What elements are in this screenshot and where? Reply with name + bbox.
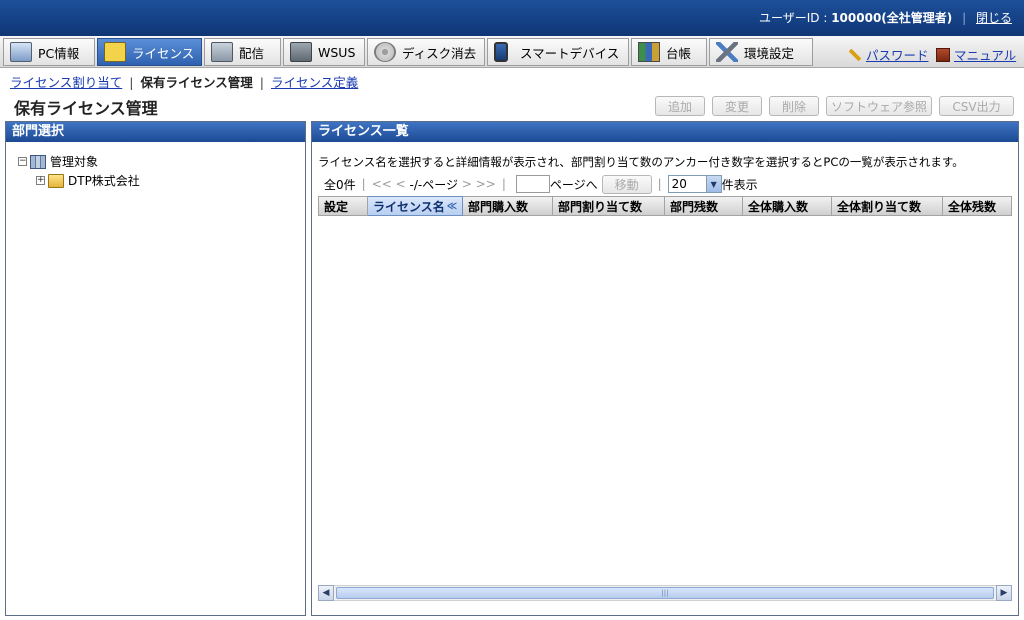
- delete-button[interactable]: 削除: [769, 96, 819, 116]
- expand-toggle-icon[interactable]: +: [36, 176, 45, 185]
- column-header-license-name[interactable]: ライセンス名 ≪: [368, 196, 463, 216]
- header-separator: |: [962, 11, 967, 25]
- edit-button[interactable]: 変更: [712, 96, 762, 116]
- pager: 全0件 | << < -/-ページ > >> | ページへ 移動 | 20 ▼ …: [318, 174, 758, 194]
- smart-device-icon: [494, 42, 508, 62]
- license-list-panel-title: ライセンス一覧: [312, 122, 1018, 142]
- manual-label: マニュアル: [954, 48, 1017, 63]
- ledger-icon: [638, 42, 660, 62]
- prev-page-icon[interactable]: <: [396, 177, 406, 191]
- sub-navigation: ライセンス割り当て | 保有ライセンス管理 | ライセンス定義: [10, 72, 358, 91]
- page-number-input[interactable]: [515, 175, 550, 193]
- column-header-total-assigned[interactable]: 全体割り当て数: [832, 196, 943, 216]
- column-header-dept-purchased[interactable]: 部門購入数: [463, 196, 553, 216]
- page-status: -/-ページ: [409, 177, 458, 192]
- total-count: 全0件: [324, 177, 356, 192]
- tree-node-label: 管理対象: [50, 155, 99, 169]
- license-list-description: ライセンス名を選択すると詳細情報が表示され、部門割り当て数のアンカー付き数字を選…: [318, 155, 964, 169]
- subnav-separator: |: [129, 75, 134, 90]
- department-panel: 部門選択 − 管理対象 + DTP株式会社: [5, 121, 306, 616]
- tab-label: スマートデバイス: [520, 45, 620, 61]
- pc-icon: [10, 42, 32, 62]
- dropdown-arrow-icon: ▼: [705, 176, 721, 192]
- tree-node-root[interactable]: − 管理対象: [18, 152, 140, 171]
- subnav-license-definition[interactable]: ライセンス定義: [271, 75, 358, 90]
- csv-export-button[interactable]: CSV出力: [939, 96, 1014, 116]
- per-page-select[interactable]: 20 ▼: [667, 175, 722, 193]
- tab-wsus[interactable]: WSUS: [283, 38, 365, 66]
- tree-node-company[interactable]: + DTP株式会社: [36, 171, 140, 190]
- tab-smart-device[interactable]: スマートデバイス: [487, 38, 629, 66]
- first-page-icon[interactable]: <<: [372, 177, 392, 191]
- tab-license[interactable]: ライセンス: [97, 38, 202, 66]
- column-header-total-remaining[interactable]: 全体残数: [943, 196, 1012, 216]
- user-info: ユーザーID : 100000(全社管理者) | 閉じる: [759, 9, 1012, 26]
- tab-label: ライセンス: [132, 45, 195, 61]
- pager-separator: |: [657, 177, 662, 191]
- per-page-value: 20: [671, 177, 687, 191]
- license-icon: [104, 42, 126, 62]
- add-button[interactable]: 追加: [655, 96, 705, 116]
- license-table-header: 設定 ライセンス名 ≪ 部門購入数 部門割り当て数 部門残数 全体購入数 全体割…: [318, 196, 1012, 216]
- manual-link[interactable]: マニュアル: [936, 45, 1016, 64]
- tab-ledger[interactable]: 台帳: [631, 38, 707, 66]
- tab-disk-erase[interactable]: ディスク消去: [367, 38, 485, 66]
- scroll-right-icon[interactable]: ▶: [996, 585, 1012, 601]
- sort-ascending-icon: ≪: [446, 200, 458, 212]
- tab-settings[interactable]: 環境設定: [709, 38, 813, 66]
- horizontal-scrollbar[interactable]: ◀ ||| ▶: [318, 585, 1012, 601]
- building-icon: [30, 154, 46, 169]
- goto-page-label: ページへ: [549, 177, 598, 192]
- pager-separator: |: [361, 177, 366, 191]
- user-id-value: 100000(全社管理者): [831, 11, 953, 25]
- close-link[interactable]: 閉じる: [976, 11, 1012, 25]
- tab-label: 環境設定: [744, 45, 795, 61]
- subnav-license-assignment[interactable]: ライセンス割り当て: [10, 75, 122, 90]
- subnav-separator: |: [259, 75, 264, 90]
- tab-label: ディスク消去: [402, 45, 477, 61]
- software-reference-button[interactable]: ソフトウェア参照: [826, 96, 932, 116]
- collapse-toggle-icon[interactable]: −: [18, 157, 27, 166]
- user-id-label: ユーザーID :: [758, 11, 828, 25]
- password-label: パスワード: [866, 48, 929, 63]
- distribution-icon: [211, 42, 233, 62]
- tab-label: 台帳: [666, 45, 692, 61]
- subnav-owned-license-management: 保有ライセンス管理: [140, 75, 253, 90]
- scroll-track[interactable]: |||: [334, 585, 996, 601]
- column-header-label: ライセンス名: [373, 199, 445, 214]
- last-page-icon[interactable]: >>: [476, 177, 496, 191]
- column-header-settings[interactable]: 設定: [318, 196, 368, 216]
- department-panel-title: 部門選択: [6, 122, 305, 142]
- settings-tools-icon: [716, 42, 738, 62]
- move-button[interactable]: 移動: [601, 174, 652, 194]
- license-list-panel: ライセンス一覧 ライセンス名を選択すると詳細情報が表示され、部門割り当て数のアン…: [311, 121, 1019, 616]
- scroll-left-icon[interactable]: ◀: [318, 585, 334, 601]
- tab-label: 配信: [239, 45, 265, 61]
- key-icon: [848, 47, 862, 62]
- column-header-total-purchased[interactable]: 全体購入数: [743, 196, 832, 216]
- tab-pc-info[interactable]: PC情報: [3, 38, 95, 66]
- password-link[interactable]: パスワード: [848, 45, 929, 64]
- folder-icon: [48, 173, 64, 188]
- tab-label: WSUS: [318, 44, 356, 60]
- tab-distribution[interactable]: 配信: [204, 38, 281, 66]
- column-header-dept-remaining[interactable]: 部門残数: [665, 196, 743, 216]
- tree-node-label: DTP株式会社: [68, 174, 140, 188]
- per-page-suffix: 件表示: [721, 177, 758, 192]
- department-tree: − 管理対象 + DTP株式会社: [18, 152, 140, 190]
- manual-book-icon: [936, 47, 950, 62]
- scroll-thumb[interactable]: |||: [336, 587, 994, 599]
- pager-separator: |: [501, 177, 506, 191]
- page-title: 保有ライセンス管理: [14, 99, 158, 118]
- wsus-icon: [290, 42, 312, 62]
- top-header-bar: ユーザーID : 100000(全社管理者) | 閉じる: [0, 0, 1024, 36]
- main-menu-bar: PC情報 ライセンス 配信 WSUS ディスク消去 スマートデバイス 台帳 環境…: [0, 36, 1024, 68]
- column-header-dept-assigned[interactable]: 部門割り当て数: [553, 196, 665, 216]
- disk-erase-icon: [374, 42, 396, 62]
- next-page-icon[interactable]: >: [462, 177, 472, 191]
- tab-label: PC情報: [38, 45, 80, 61]
